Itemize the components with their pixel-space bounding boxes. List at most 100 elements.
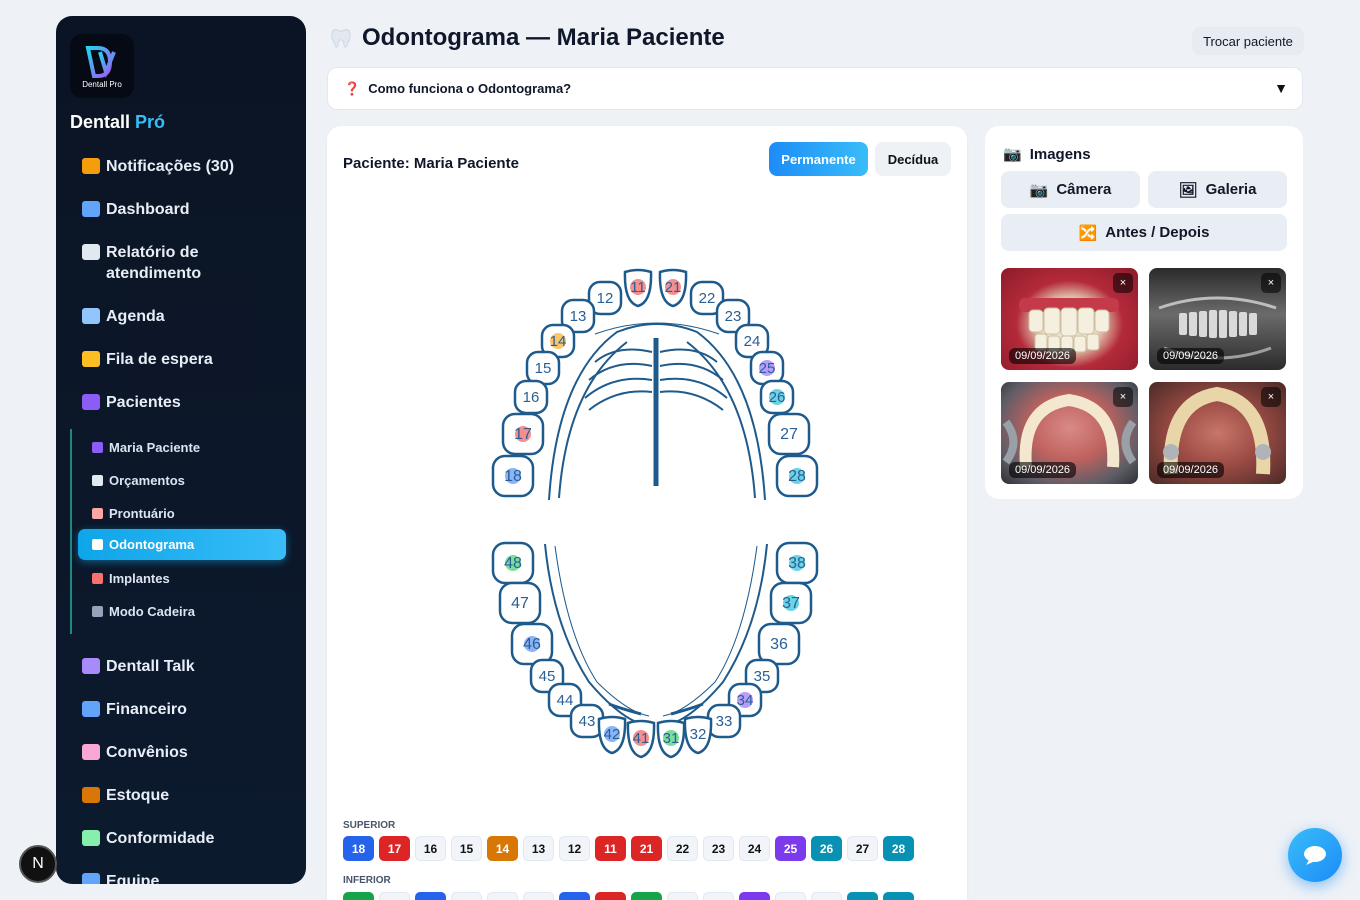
switch-patient-button[interactable]: Trocar paciente <box>1192 27 1304 55</box>
image-thumbnail[interactable]: 09/09/2026 × <box>1001 268 1138 370</box>
images-card: 📷 Imagens 📷 Câmera 🖼 Galeria 🔀 Antes / D… <box>985 126 1303 499</box>
tooth-25[interactable]: 25 <box>749 350 785 386</box>
upper-chip-15[interactable]: 15 <box>451 836 482 861</box>
tooth-number: 15 <box>535 360 552 377</box>
upper-chip-17[interactable]: 17 <box>379 836 410 861</box>
image-thumbnail[interactable]: 09/09/2026 × <box>1149 268 1286 370</box>
upper-chip-12[interactable]: 12 <box>559 836 590 861</box>
upper-chip-22[interactable]: 22 <box>667 836 698 861</box>
tooth-42[interactable]: 42 <box>597 715 627 755</box>
sidebar-item-bottom-3[interactable]: Estoque <box>82 785 292 806</box>
faq-accordion[interactable]: ❓ Como funciona o Odontograma? ▼ <box>327 67 1303 110</box>
lower-chip-31[interactable]: 31 <box>631 892 662 900</box>
upper-chip-28[interactable]: 28 <box>883 836 914 861</box>
sidebar-subitem-4[interactable]: Implantes <box>78 563 286 594</box>
app-logo[interactable]: Dentall Pro <box>70 34 134 98</box>
sidebar-subitem-0[interactable]: Maria Paciente <box>78 432 286 463</box>
sidebar-subitem-2[interactable]: Prontuário <box>78 498 286 529</box>
tooth-21[interactable]: 21 <box>658 268 688 308</box>
upper-chip-11[interactable]: 11 <box>595 836 626 861</box>
upper-chip-21[interactable]: 21 <box>631 836 662 861</box>
sidebar-item-3[interactable]: Agenda <box>82 306 292 327</box>
tooth-27[interactable]: 27 <box>767 412 811 456</box>
tooth-31[interactable]: 31 <box>656 719 686 759</box>
before-after-button[interactable]: 🔀 Antes / Depois <box>1001 214 1287 251</box>
sidebar-item-bottom-4[interactable]: Conformidade <box>82 828 292 849</box>
upper-chip-24[interactable]: 24 <box>739 836 770 861</box>
subnav-indicator <box>70 429 72 634</box>
sidebar-item-bottom-0[interactable]: Dentall Talk <box>82 656 292 677</box>
camera-button[interactable]: 📷 Câmera <box>1001 171 1140 208</box>
lower-chip-46[interactable]: 46 <box>415 892 446 900</box>
lower-chip-47[interactable]: 47 <box>379 892 410 900</box>
upper-chip-14[interactable]: 14 <box>487 836 518 861</box>
lower-chip-37[interactable]: 37 <box>847 892 878 900</box>
sidebar-item-4[interactable]: Fila de espera <box>82 349 292 370</box>
sidebar-item-5[interactable]: Pacientes <box>82 392 292 413</box>
sidebar-subitem-5[interactable]: Modo Cadeira <box>78 596 286 627</box>
tooth-47[interactable]: 47 <box>498 581 542 625</box>
sidebar-item-1[interactable]: Dashboard <box>82 199 292 220</box>
chat-button[interactable] <box>1288 828 1342 882</box>
tooth-number: 25 <box>759 360 776 377</box>
remove-image-button[interactable]: × <box>1261 387 1281 407</box>
tooth-17[interactable]: 17 <box>501 412 545 456</box>
keyboard-icon <box>82 658 100 674</box>
sidebar-subitem-1[interactable]: Orçamentos <box>78 465 286 496</box>
tooth-15[interactable]: 15 <box>525 350 561 386</box>
remove-image-button[interactable]: × <box>1113 273 1133 293</box>
image-thumbnail[interactable]: 09/09/2026 × <box>1149 382 1286 484</box>
gallery-button[interactable]: 🖼 Galeria <box>1148 171 1287 208</box>
lower-chip-48[interactable]: 48 <box>343 892 374 900</box>
upper-chip-16[interactable]: 16 <box>415 836 446 861</box>
lower-chip-33[interactable]: 33 <box>703 892 734 900</box>
sidebar-item-bottom-2[interactable]: Convênios <box>82 742 292 763</box>
lower-chip-44[interactable]: 44 <box>487 892 518 900</box>
camera-icon: 📷 <box>1029 181 1049 199</box>
upper-chip-23[interactable]: 23 <box>703 836 734 861</box>
upper-chip-13[interactable]: 13 <box>523 836 554 861</box>
lower-chip-34[interactable]: 34 <box>739 892 770 900</box>
nav-item-label: Equipe <box>106 873 160 884</box>
lower-chip-32[interactable]: 32 <box>667 892 698 900</box>
tooth-37[interactable]: 37 <box>769 581 813 625</box>
chevron-down-icon[interactable]: ▼ <box>1274 80 1288 96</box>
lower-chip-35[interactable]: 35 <box>775 892 806 900</box>
lower-chip-38[interactable]: 38 <box>883 892 914 900</box>
tooth-number: 43 <box>579 713 596 730</box>
lower-chip-42[interactable]: 42 <box>559 892 590 900</box>
remove-image-button[interactable]: × <box>1261 273 1281 293</box>
tooth-48[interactable]: 48 <box>491 541 535 585</box>
lower-chip-43[interactable]: 43 <box>523 892 554 900</box>
dev-badge[interactable]: N <box>19 845 57 883</box>
upper-chip-25[interactable]: 25 <box>775 836 806 861</box>
upper-chip-18[interactable]: 18 <box>343 836 374 861</box>
tooth-11[interactable]: 11 <box>623 268 653 308</box>
sidebar-item-2[interactable]: Relatório de atendimento <box>82 242 292 284</box>
sidebar-subitem-3[interactable]: Odontograma <box>78 529 286 560</box>
tooth-38[interactable]: 38 <box>775 541 819 585</box>
remove-image-button[interactable]: × <box>1113 387 1133 407</box>
sidebar-item-bottom-1[interactable]: Financeiro <box>82 699 292 720</box>
sidebar-item-bottom-5[interactable]: Equipe <box>82 871 292 884</box>
tooth-26[interactable]: 26 <box>759 379 795 415</box>
lower-chip-36[interactable]: 36 <box>811 892 842 900</box>
tooth-36[interactable]: 36 <box>757 622 801 666</box>
tooth-16[interactable]: 16 <box>513 379 549 415</box>
tooth-33[interactable]: 33 <box>706 703 742 739</box>
tooth-number: 37 <box>782 595 800 612</box>
image-thumbnail[interactable]: 09/09/2026 × <box>1001 382 1138 484</box>
sidebar-item-0[interactable]: Notificações (30) <box>82 156 292 177</box>
tooth-46[interactable]: 46 <box>510 622 554 666</box>
lower-chip-41[interactable]: 41 <box>595 892 626 900</box>
nav-item-label: Fila de espera <box>106 351 213 368</box>
tooth-32[interactable]: 32 <box>683 715 713 755</box>
lower-chip-45[interactable]: 45 <box>451 892 482 900</box>
tooth-number: 23 <box>725 308 742 325</box>
nav-item-label: Estoque <box>106 787 170 804</box>
upper-chip-26[interactable]: 26 <box>811 836 842 861</box>
tooth-18[interactable]: 18 <box>491 454 535 498</box>
upper-chip-27[interactable]: 27 <box>847 836 878 861</box>
tooth-28[interactable]: 28 <box>775 454 819 498</box>
tooth-41[interactable]: 41 <box>626 719 656 759</box>
